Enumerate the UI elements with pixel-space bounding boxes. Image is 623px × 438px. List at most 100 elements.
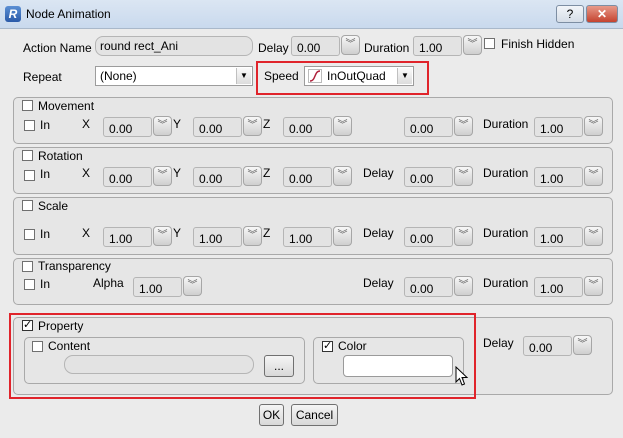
rotation-y-stepper[interactable]: 0.00 ︾ (193, 166, 265, 188)
movement-z-label: Z (263, 117, 271, 131)
transparency-checkbox[interactable] (22, 261, 33, 272)
double-chevron-down-icon[interactable]: ︾ (584, 276, 603, 296)
color-swatch[interactable] (343, 355, 453, 377)
double-chevron-down-icon[interactable]: ︾ (463, 35, 482, 55)
double-chevron-down-icon[interactable]: ︾ (333, 116, 352, 136)
finish-hidden-checkbox[interactable] (484, 38, 495, 49)
rotation-in-checkbox[interactable] (24, 170, 35, 181)
movement-y-value[interactable]: 0.00 (193, 117, 242, 137)
property-delay-value[interactable]: 0.00 (523, 336, 572, 356)
movement-x-value[interactable]: 0.00 (103, 117, 152, 137)
movement-y-stepper[interactable]: 0.00 ︾ (193, 116, 265, 138)
double-chevron-down-icon[interactable]: ︾ (183, 276, 202, 296)
double-chevron-down-icon[interactable]: ︾ (333, 166, 352, 186)
rotation-duration-value[interactable]: 1.00 (534, 167, 583, 187)
repeat-select[interactable]: (None) ▼ (95, 66, 253, 86)
movement-delay-value[interactable]: 0.00 (404, 117, 453, 137)
transparency-duration-stepper[interactable]: 1.00 ︾ (534, 276, 606, 298)
property-delay-stepper[interactable]: 0.00 ︾ (523, 335, 595, 357)
scale-label: Scale (38, 199, 69, 213)
movement-duration-stepper[interactable]: 1.00 ︾ (534, 116, 606, 138)
scale-z-value[interactable]: 1.00 (283, 227, 332, 247)
double-chevron-down-icon[interactable]: ︾ (584, 116, 603, 136)
close-button[interactable]: ✕ (586, 5, 618, 23)
double-chevron-down-icon[interactable]: ︾ (454, 116, 473, 136)
movement-z-value[interactable]: 0.00 (283, 117, 332, 137)
transparency-alpha-value[interactable]: 1.00 (133, 277, 182, 297)
movement-checkbox[interactable] (22, 100, 33, 111)
scale-x-stepper[interactable]: 1.00 ︾ (103, 226, 175, 248)
rotation-x-value[interactable]: 0.00 (103, 167, 152, 187)
rotation-z-stepper[interactable]: 0.00 ︾ (283, 166, 355, 188)
rotation-checkbox[interactable] (22, 150, 33, 161)
scale-z-stepper[interactable]: 1.00 ︾ (283, 226, 355, 248)
double-chevron-down-icon[interactable]: ︾ (153, 166, 172, 186)
double-chevron-down-icon[interactable]: ︾ (584, 166, 603, 186)
scale-delay-value[interactable]: 0.00 (404, 227, 453, 247)
triangle-down-icon[interactable]: ▼ (397, 68, 412, 84)
transparency-delay-stepper[interactable]: 0.00 ︾ (404, 276, 476, 298)
double-chevron-down-icon[interactable]: ︾ (341, 35, 360, 55)
rotation-duration-stepper[interactable]: 1.00 ︾ (534, 166, 606, 188)
transparency-in-checkbox[interactable] (24, 279, 35, 290)
triangle-down-icon[interactable]: ▼ (236, 68, 251, 84)
rotation-y-label: Y (173, 166, 182, 180)
scale-delay-stepper[interactable]: 0.00 ︾ (404, 226, 476, 248)
rotation-delay-value[interactable]: 0.00 (404, 167, 453, 187)
scale-y-value[interactable]: 1.00 (193, 227, 242, 247)
duration-stepper[interactable]: 1.00 ︾ (413, 35, 485, 57)
double-chevron-down-icon[interactable]: ︾ (573, 335, 592, 355)
double-chevron-down-icon[interactable]: ︾ (454, 276, 473, 296)
movement-delay-stepper[interactable]: 0.00 ︾ (404, 116, 476, 138)
transparency-delay-value[interactable]: 0.00 (404, 277, 453, 297)
double-chevron-down-icon[interactable]: ︾ (584, 226, 603, 246)
rotation-in-label: In (40, 167, 51, 181)
node-animation-dialog: R Node Animation ? ✕ Action Name round r… (0, 0, 623, 438)
cancel-button[interactable]: Cancel (291, 404, 338, 426)
rotation-y-value[interactable]: 0.00 (193, 167, 242, 187)
rotation-x-label: X (82, 166, 91, 180)
finish-hidden-label: Finish Hidden (501, 37, 575, 51)
duration-value[interactable]: 1.00 (413, 36, 462, 56)
scale-in-checkbox[interactable] (24, 229, 35, 240)
transparency-alpha-stepper[interactable]: 1.00 ︾ (133, 276, 205, 298)
double-chevron-down-icon[interactable]: ︾ (333, 226, 352, 246)
rotation-delay-stepper[interactable]: 0.00 ︾ (404, 166, 476, 188)
transparency-duration-value[interactable]: 1.00 (534, 277, 583, 297)
color-checkbox[interactable]: ✓ (322, 341, 333, 352)
movement-x-stepper[interactable]: 0.00 ︾ (103, 116, 175, 138)
ease-curve-icon (308, 69, 322, 83)
mouse-cursor-icon (455, 366, 469, 386)
help-button[interactable]: ? (556, 5, 584, 23)
delay-stepper[interactable]: 0.00 ︾ (291, 35, 363, 57)
double-chevron-down-icon[interactable]: ︾ (243, 166, 262, 186)
scale-duration-stepper[interactable]: 1.00 ︾ (534, 226, 606, 248)
double-chevron-down-icon[interactable]: ︾ (243, 226, 262, 246)
scale-duration-label: Duration (483, 226, 529, 240)
action-name-label: Action Name (23, 41, 92, 55)
scale-y-stepper[interactable]: 1.00 ︾ (193, 226, 265, 248)
scale-x-value[interactable]: 1.00 (103, 227, 152, 247)
transparency-in-label: In (40, 277, 51, 291)
movement-duration-value[interactable]: 1.00 (534, 117, 583, 137)
delay-label: Delay (258, 41, 289, 55)
double-chevron-down-icon[interactable]: ︾ (454, 166, 473, 186)
movement-z-stepper[interactable]: 0.00 ︾ (283, 116, 355, 138)
browse-button[interactable]: ... (264, 355, 294, 377)
movement-in-checkbox[interactable] (24, 120, 35, 131)
double-chevron-down-icon[interactable]: ︾ (153, 116, 172, 136)
content-checkbox[interactable] (32, 341, 43, 352)
action-name-input[interactable]: round rect_Ani (95, 36, 253, 56)
rotation-z-value[interactable]: 0.00 (283, 167, 332, 187)
double-chevron-down-icon[interactable]: ︾ (243, 116, 262, 136)
content-path-input[interactable] (64, 355, 254, 374)
rotation-x-stepper[interactable]: 0.00 ︾ (103, 166, 175, 188)
scale-checkbox[interactable] (22, 200, 33, 211)
speed-select[interactable]: InOutQuad ▼ (304, 66, 414, 86)
double-chevron-down-icon[interactable]: ︾ (153, 226, 172, 246)
property-checkbox[interactable]: ✓ (22, 320, 33, 331)
delay-value[interactable]: 0.00 (291, 36, 340, 56)
scale-duration-value[interactable]: 1.00 (534, 227, 583, 247)
double-chevron-down-icon[interactable]: ︾ (454, 226, 473, 246)
ok-button[interactable]: OK (259, 404, 284, 426)
